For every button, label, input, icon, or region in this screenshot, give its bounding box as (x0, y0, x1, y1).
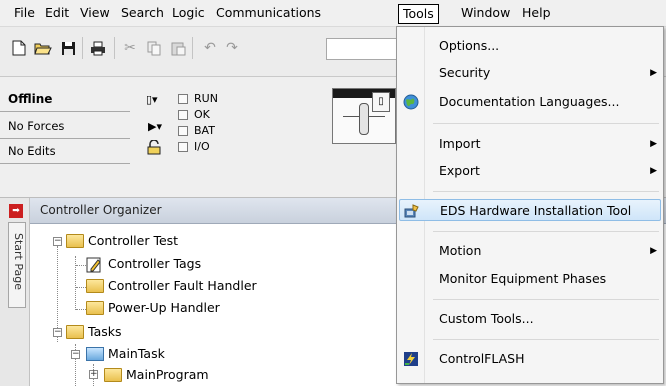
led-bat-indicator (178, 126, 188, 136)
submenu-arrow-icon: ▶ (650, 246, 657, 256)
menu-communications[interactable]: Communications (216, 5, 321, 23)
menu-edit[interactable]: Edit (45, 5, 69, 23)
toolbar-path-input[interactable] (326, 38, 406, 60)
edits-status-label: No Edits (0, 141, 130, 164)
menu-item-controlflash[interactable]: ControlFLASH (397, 348, 663, 370)
folder-icon (66, 325, 84, 339)
menu-item-options[interactable]: Options... (397, 35, 663, 57)
cut-icon[interactable]: ✂ (120, 38, 140, 58)
toolbar-separator (114, 37, 115, 59)
led-io-indicator (178, 142, 188, 152)
submenu-arrow-icon: ▶ (650, 166, 657, 176)
folder-icon (86, 301, 104, 315)
folder-icon (86, 279, 104, 293)
expand-controller-test-toggle[interactable]: − (53, 237, 62, 246)
open-folder-icon[interactable] (33, 38, 53, 58)
print-icon[interactable] (88, 38, 108, 58)
menu-bar: File Edit View Search Logic Communicatio… (0, 0, 666, 27)
submenu-arrow-icon: ▶ (650, 139, 657, 149)
menu-file[interactable]: File (14, 5, 35, 23)
menu-item-custom-tools[interactable]: Custom Tools... (397, 308, 663, 330)
copy-icon[interactable] (144, 38, 164, 58)
menu-search[interactable]: Search (121, 5, 164, 23)
tools-menu-dropdown: Options... Security ▶ Documentation Lang… (396, 26, 664, 384)
expand-maintask-toggle[interactable]: − (71, 350, 80, 359)
globe-icon (403, 94, 419, 110)
undo-icon[interactable]: ↶ (200, 38, 220, 58)
save-icon[interactable] (58, 38, 78, 58)
menu-item-monitor-equipment-phases[interactable]: Monitor Equipment Phases (397, 268, 663, 290)
menu-item-eds-hardware-installation-tool[interactable]: EDS Hardware Installation Tool (399, 199, 661, 221)
led-run-indicator (178, 94, 188, 104)
menu-item-security[interactable]: Security ▶ (397, 62, 663, 84)
expand-mainprogram-toggle[interactable]: + (89, 370, 98, 379)
task-icon (86, 347, 104, 361)
menu-item-import[interactable]: Import ▶ (397, 133, 663, 155)
menu-tools[interactable]: Tools (398, 4, 439, 24)
controller-properties-button[interactable]: ▯ (372, 92, 390, 112)
menu-help[interactable]: Help (522, 5, 551, 23)
redo-icon[interactable]: ↷ (222, 38, 242, 58)
start-page-icon[interactable]: ➡ (9, 204, 23, 218)
controller-mode-label: Offline (0, 89, 130, 112)
toolbar-separator (82, 37, 83, 59)
tags-icon (86, 257, 104, 273)
menu-item-motion[interactable]: Motion ▶ (397, 240, 663, 262)
submenu-arrow-icon: ▶ (650, 68, 657, 78)
program-icon (104, 368, 122, 382)
controlflash-icon (403, 351, 419, 367)
start-page-strip: ➡ Start Page (0, 198, 30, 386)
eds-tool-icon (404, 203, 420, 219)
lock-icon (146, 139, 162, 158)
forces-dropdown-icon[interactable]: ▶▾ (148, 120, 162, 133)
menu-item-documentation-languages[interactable]: Documentation Languages... (397, 91, 663, 113)
menu-item-export[interactable]: Export ▶ (397, 160, 663, 182)
mode-dropdown-icon[interactable]: ▯▾ (146, 93, 158, 106)
menu-logic[interactable]: Logic (172, 5, 205, 23)
start-page-tab[interactable]: Start Page (8, 222, 26, 308)
folder-icon (66, 234, 84, 248)
new-file-icon[interactable] (9, 38, 29, 58)
menu-view[interactable]: View (80, 5, 110, 23)
toolbar-separator (192, 37, 193, 59)
led-ok-indicator (178, 110, 188, 120)
start-page-tab-label: Start Page (12, 233, 25, 290)
forces-status-label: No Forces (0, 116, 130, 139)
paste-icon[interactable] (168, 38, 188, 58)
menu-window[interactable]: Window (461, 5, 510, 23)
expand-tasks-toggle[interactable]: − (53, 328, 62, 337)
